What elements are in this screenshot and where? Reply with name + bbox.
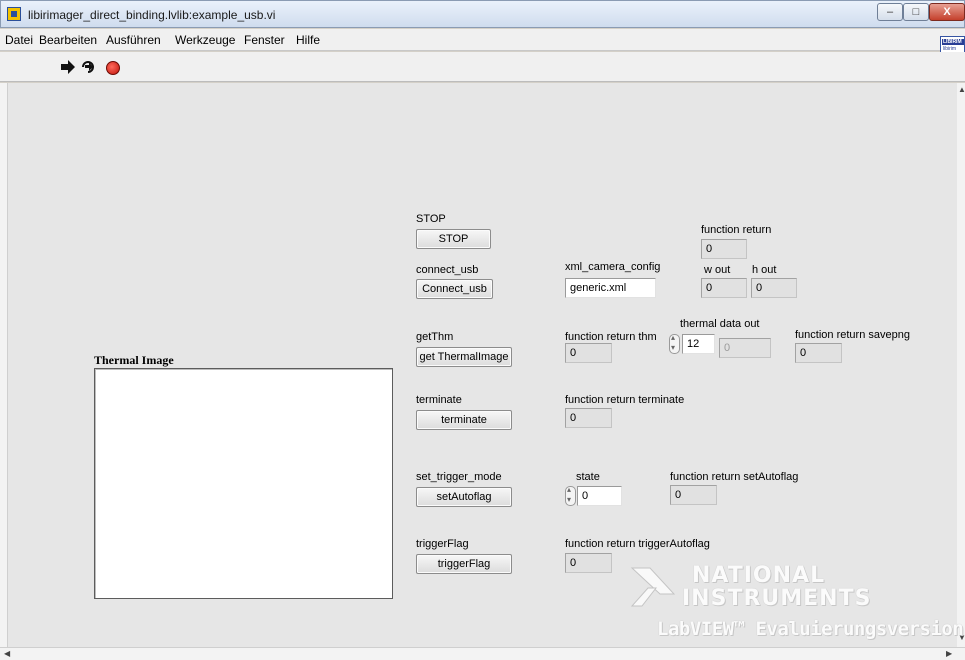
ni-eagle-logo-icon: [630, 567, 676, 607]
h-out-label: h out: [752, 264, 777, 276]
function-return-triggerautoflag-label: function return triggerAutoflag: [565, 538, 710, 550]
stop-label: STOP: [416, 213, 446, 225]
vertical-scrollbar[interactable]: ▲ ▼: [957, 83, 965, 647]
trigger-flag-button[interactable]: triggerFlag: [416, 554, 512, 574]
run-continuously-icon[interactable]: [80, 59, 96, 75]
xml-camera-config-label: xml_camera_config: [565, 261, 661, 273]
function-return-label: function return: [701, 224, 772, 236]
function-return-triggerautoflag-indicator: 0: [565, 553, 612, 573]
state-label: state: [576, 471, 600, 483]
watermark-national: NATIONAL: [692, 563, 826, 588]
h-out-indicator: 0: [751, 278, 797, 298]
connect-usb-label: connect_usb: [416, 264, 479, 276]
get-thermal-image-button[interactable]: get ThermalImage: [416, 347, 512, 367]
menu-bearbeiten[interactable]: Bearbeiten: [39, 33, 97, 47]
menu-fenster[interactable]: Fenster: [244, 33, 285, 47]
xml-camera-config-field[interactable]: generic.xml: [565, 278, 656, 298]
menu-bar: Datei Bearbeiten Ausführen Werkzeuge Fen…: [0, 29, 965, 51]
scroll-left-icon[interactable]: ◀: [4, 649, 10, 658]
state-field[interactable]: 0: [577, 486, 622, 506]
function-return-setautoflag-indicator: 0: [670, 485, 717, 505]
function-return-terminate-label: function return terminate: [565, 394, 685, 406]
terminate-button[interactable]: terminate: [416, 410, 512, 430]
title-bar: libirimager_direct_binding.lvlib:example…: [0, 0, 965, 28]
scroll-right-icon[interactable]: ▶: [946, 649, 952, 658]
w-out-label: w out: [704, 264, 731, 276]
state-spinner-icon[interactable]: [565, 485, 576, 506]
trigger-flag-label: triggerFlag: [416, 538, 469, 550]
function-return-setautoflag-label: function return setAutoflag: [670, 471, 799, 483]
set-autoflag-button[interactable]: setAutoflag: [416, 487, 512, 507]
thermal-data-out-label: thermal data out: [680, 318, 760, 330]
thermal-data-out-index-spinner-icon[interactable]: [669, 333, 680, 354]
function-return-savepng-indicator: 0: [795, 343, 842, 363]
thermal-data-out-index-field[interactable]: 12: [682, 334, 715, 354]
terminate-label: terminate: [416, 394, 462, 406]
thermal-image-display: [94, 368, 393, 599]
run-arrow-icon[interactable]: [60, 59, 76, 75]
menu-ausfuehren[interactable]: Ausführen: [106, 33, 161, 47]
connect-usb-button[interactable]: Connect_usb: [416, 279, 493, 299]
close-button[interactable]: X: [929, 3, 965, 21]
maximize-button[interactable]: □: [903, 3, 929, 21]
menu-datei[interactable]: Datei: [5, 33, 33, 47]
menu-werkzeuge[interactable]: Werkzeuge: [175, 33, 235, 47]
minimize-button[interactable]: –: [877, 3, 903, 21]
horizontal-scrollbar[interactable]: ◀ ▶: [0, 647, 965, 660]
scroll-up-icon[interactable]: ▲: [958, 85, 965, 94]
menu-hilfe[interactable]: Hilfe: [296, 33, 320, 47]
stop-button[interactable]: STOP: [416, 229, 491, 249]
abort-icon[interactable]: [106, 61, 120, 75]
toolbar: [0, 52, 965, 82]
vi-icon-title: LIBIRIM: [943, 39, 962, 45]
set-trigger-mode-label: set_trigger_mode: [416, 471, 502, 483]
labview-app-icon: [7, 7, 21, 21]
function-return-indicator: 0: [701, 239, 747, 259]
window-title: libirimager_direct_binding.lvlib:example…: [28, 8, 276, 22]
function-return-thm-label: function return thm: [565, 331, 657, 343]
watermark-instruments: INSTRUMENTS: [682, 586, 872, 611]
watermark-evaluation-version: LabVIEW™ Evaluierungsversion: [657, 618, 964, 640]
thermal-image-label: Thermal Image: [94, 353, 174, 367]
function-return-terminate-indicator: 0: [565, 408, 612, 428]
getthm-label: getThm: [416, 331, 454, 343]
thermal-data-out-element: 0: [719, 338, 771, 358]
w-out-indicator: 0: [701, 278, 747, 298]
function-return-savepng-label: function return savepng: [795, 329, 910, 341]
function-return-thm-indicator: 0: [565, 343, 612, 363]
panel-left-edge: [0, 83, 8, 647]
